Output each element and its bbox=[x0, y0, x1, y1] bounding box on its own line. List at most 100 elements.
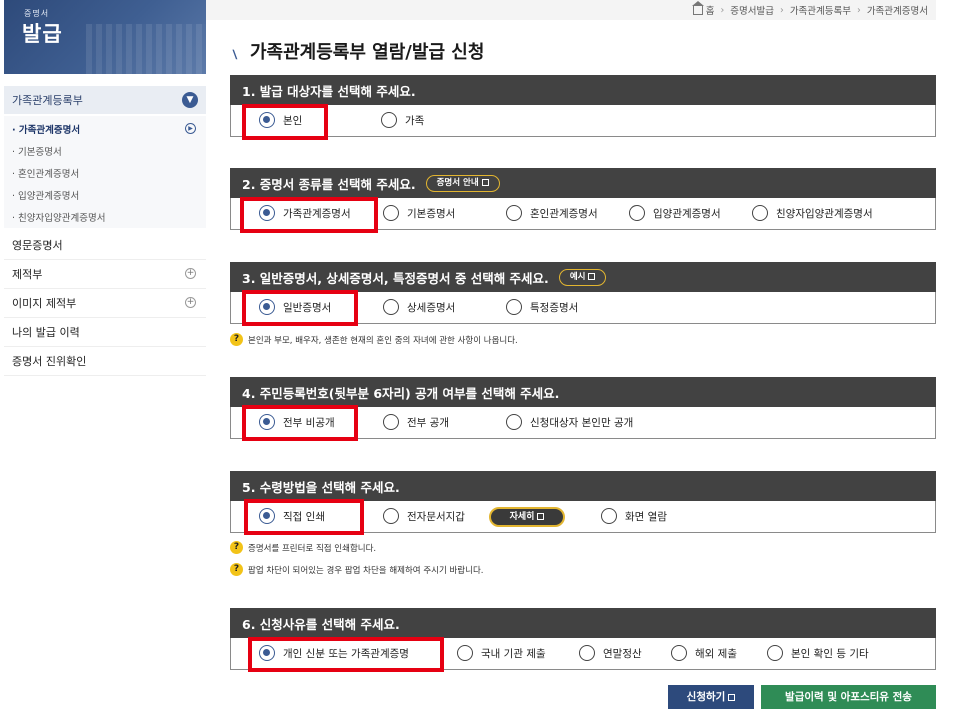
sidebar-item-verify-cert[interactable]: 증명서 진위확인 bbox=[4, 347, 206, 376]
radio-label: 전부 공개 bbox=[407, 416, 449, 429]
radio-icon[interactable] bbox=[506, 414, 522, 430]
plus-icon[interactable]: + bbox=[185, 268, 196, 279]
radio-label: 특정증명서 bbox=[530, 301, 579, 314]
sidebar: 증명서 발급 가족관계등록부 ▼ · 가족관계증명서 ▶ · 기본증명서 · 혼… bbox=[0, 0, 206, 720]
sidebar-subitem-basic-cert[interactable]: · 기본증명서 bbox=[12, 144, 62, 158]
radio-icon[interactable] bbox=[506, 299, 522, 315]
radio-icon[interactable] bbox=[381, 112, 397, 128]
radio-icon[interactable] bbox=[383, 414, 399, 430]
radio-icon[interactable] bbox=[383, 205, 399, 221]
arrow-right-icon: ▶ bbox=[185, 123, 196, 134]
logo-big-text: 발급 bbox=[22, 21, 63, 46]
breadcrumb: 홈 › 증명서발급 › 가족관계등록부 › 가족관계증명서 bbox=[206, 0, 936, 20]
sidebar-menu-family-register[interactable]: 가족관계등록부 ▼ bbox=[4, 86, 206, 114]
radio-other[interactable]: 본인 확인 등 기타 bbox=[767, 645, 869, 661]
chevron-down-icon[interactable]: ▼ bbox=[182, 92, 198, 108]
sidebar-subitem-full-adoption-cert[interactable]: · 친양자입양관계증명서 bbox=[12, 210, 105, 224]
radio-icon[interactable] bbox=[579, 645, 595, 661]
radio-specific-cert[interactable]: 특정증명서 bbox=[506, 299, 578, 315]
sidebar-menu-label: 가족관계등록부 bbox=[12, 94, 83, 107]
radio-year-end[interactable]: 연말정산 bbox=[579, 645, 642, 661]
apply-button[interactable]: 신청하기 bbox=[668, 685, 754, 709]
radio-digital-wallet[interactable]: 전자문서지갑 bbox=[383, 508, 465, 524]
radio-adoption-cert[interactable]: 입양관계증명서 bbox=[629, 205, 721, 221]
section-2-header: 2. 증명서 종류를 선택해 주세요. 증명서 안내 bbox=[230, 168, 936, 198]
radio-basic-cert[interactable]: 기본증명서 bbox=[383, 205, 455, 221]
sidebar-item-label: 이미지 제적부 bbox=[12, 297, 77, 310]
page-title-text: 가족관계등록부 열람/발급 신청 bbox=[250, 42, 485, 63]
radio-icon[interactable] bbox=[671, 645, 687, 661]
section-3-header: 3. 일반증명서, 상세증명서, 특정증명서 중 선택해 주세요. 예시 bbox=[230, 262, 936, 292]
radio-domestic-submit[interactable]: 국내 기관 제출 bbox=[457, 645, 546, 661]
section-1-options: 본인 가족 bbox=[230, 105, 936, 137]
radio-icon[interactable] bbox=[629, 205, 645, 221]
radio-label: 기본증명서 bbox=[407, 207, 456, 220]
highlight-box bbox=[242, 290, 358, 326]
sidebar-subitem-marriage-cert[interactable]: · 혼인관계증명서 bbox=[12, 166, 79, 180]
radio-family[interactable]: 가족 bbox=[381, 112, 424, 128]
radio-label: 전자문서지갑 bbox=[407, 510, 465, 523]
sidebar-item-image-removed-register[interactable]: 이미지 제적부 + bbox=[4, 289, 206, 318]
pill-label: 예시 bbox=[569, 271, 586, 282]
logo-banner[interactable]: 증명서 발급 bbox=[4, 0, 206, 74]
sidebar-subitem-family-cert[interactable]: · 가족관계증명서 bbox=[12, 122, 80, 136]
sidebar-item-issue-history[interactable]: 나의 발급 이력 bbox=[4, 318, 206, 347]
sidebar-item-english-cert[interactable]: 영문증명서 bbox=[4, 231, 206, 260]
breadcrumb-issue[interactable]: 증명서발급 bbox=[730, 3, 774, 17]
radio-icon[interactable] bbox=[457, 645, 473, 661]
highlight-box bbox=[242, 405, 358, 441]
highlight-box bbox=[248, 637, 444, 672]
cert-guide-button[interactable]: 증명서 안내 bbox=[425, 174, 500, 192]
radio-all-public[interactable]: 전부 공개 bbox=[383, 414, 449, 430]
sidebar-item-removed-register[interactable]: 제적부 + bbox=[4, 260, 206, 289]
home-icon[interactable] bbox=[691, 0, 704, 15]
radio-label: 친양자입양관계증명서 bbox=[776, 207, 873, 220]
section-4-header: 4. 주민등록번호(뒷부분 6자리) 공개 여부를 선택해 주세요. bbox=[230, 377, 936, 407]
highlight-box bbox=[244, 499, 364, 535]
sidebar-submenu: · 가족관계증명서 ▶ · 기본증명서 · 혼인관계증명서 · 입양관계증명서 … bbox=[4, 116, 206, 228]
radio-screen-view[interactable]: 화면 열람 bbox=[601, 508, 667, 524]
radio-self-only-public[interactable]: 신청대상자 본인만 공개 bbox=[506, 414, 633, 430]
radio-icon[interactable] bbox=[506, 205, 522, 221]
breadcrumb-home[interactable]: 홈 bbox=[706, 3, 715, 17]
radio-label: 연말정산 bbox=[603, 647, 642, 660]
radio-label: 입양관계증명서 bbox=[653, 207, 721, 220]
button-label: 발급이력 및 아포스티유 전송 bbox=[785, 691, 912, 703]
chevron-right-icon: › bbox=[720, 4, 725, 16]
button-label: 신청하기 bbox=[686, 691, 726, 703]
section-1-header: 1. 발급 대상자를 선택해 주세요. bbox=[230, 75, 936, 105]
breadcrumb-register[interactable]: 가족관계등록부 bbox=[790, 3, 851, 17]
section-3-note: ? 본인과 부모, 배우자, 생존한 현재의 혼인 중의 자녀에 관한 사항이 나… bbox=[230, 333, 518, 346]
radio-label: 혼인관계증명서 bbox=[530, 207, 598, 220]
radio-label: 본인 확인 등 기타 bbox=[791, 647, 869, 660]
radio-icon[interactable] bbox=[767, 645, 783, 661]
section-title: 5. 수령방법을 선택해 주세요. bbox=[242, 479, 400, 495]
external-link-icon bbox=[481, 178, 489, 186]
sidebar-subitem-adoption-cert[interactable]: · 입양관계증명서 bbox=[12, 188, 79, 202]
example-button[interactable]: 예시 bbox=[558, 268, 607, 286]
chevron-right-icon: › bbox=[780, 4, 784, 16]
radio-label: 국내 기관 제출 bbox=[481, 647, 546, 660]
radio-detailed-cert[interactable]: 상세증명서 bbox=[383, 299, 455, 315]
external-link-icon bbox=[537, 513, 545, 520]
radio-full-adoption-cert[interactable]: 친양자입양관계증명서 bbox=[752, 205, 873, 221]
radio-marriage-cert[interactable]: 혼인관계증명서 bbox=[506, 205, 598, 221]
radio-icon[interactable] bbox=[383, 299, 399, 315]
section-5-header: 5. 수령방법을 선택해 주세요. bbox=[230, 471, 936, 501]
chevron-right-icon: › bbox=[857, 4, 861, 16]
send-history-apostille-button[interactable]: 발급이력 및 아포스티유 전송 bbox=[761, 685, 936, 709]
radio-overseas-submit[interactable]: 해외 제출 bbox=[671, 645, 737, 661]
section-title: 6. 신청사유를 선택해 주세요. bbox=[242, 616, 400, 632]
radio-icon[interactable] bbox=[601, 508, 617, 524]
plus-icon[interactable]: + bbox=[185, 297, 196, 308]
section-title: 3. 일반증명서, 상세증명서, 특정증명서 중 선택해 주세요. bbox=[242, 270, 549, 286]
question-icon: ? bbox=[230, 333, 243, 346]
radio-icon[interactable] bbox=[383, 508, 399, 524]
breadcrumb-current: 가족관계증명서 bbox=[866, 6, 928, 17]
section-6-header: 6. 신청사유를 선택해 주세요. bbox=[230, 608, 936, 638]
sidebar-item-label: 나의 발급 이력 bbox=[12, 326, 80, 339]
radio-label: 신청대상자 본인만 공개 bbox=[530, 416, 634, 429]
detail-button[interactable]: 자세히 bbox=[489, 507, 565, 527]
radio-icon[interactable] bbox=[752, 205, 768, 221]
external-link-icon bbox=[588, 272, 596, 280]
